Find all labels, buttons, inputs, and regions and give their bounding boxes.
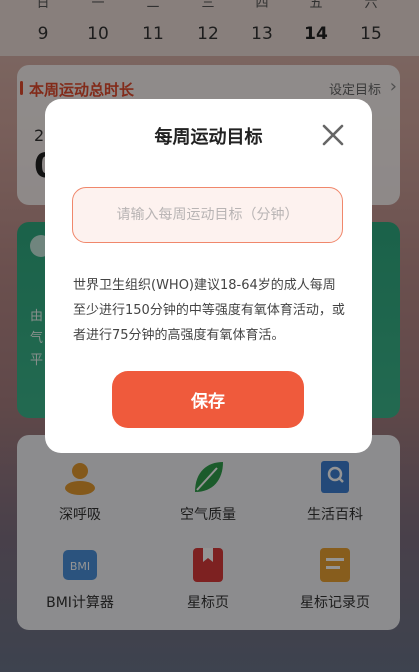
save-button[interactable]: 保存 — [112, 371, 304, 428]
close-icon[interactable] — [321, 123, 345, 147]
weekly-goal-dialog: 每周运动目标 世界卫生组织(WHO)建议18-64岁的成人每周至少进行150分钟… — [45, 99, 372, 453]
who-advice-text: 世界卫生组织(WHO)建议18-64岁的成人每周至少进行150分钟的中等强度有氧… — [73, 278, 345, 343]
weekly-goal-input[interactable] — [72, 187, 343, 243]
